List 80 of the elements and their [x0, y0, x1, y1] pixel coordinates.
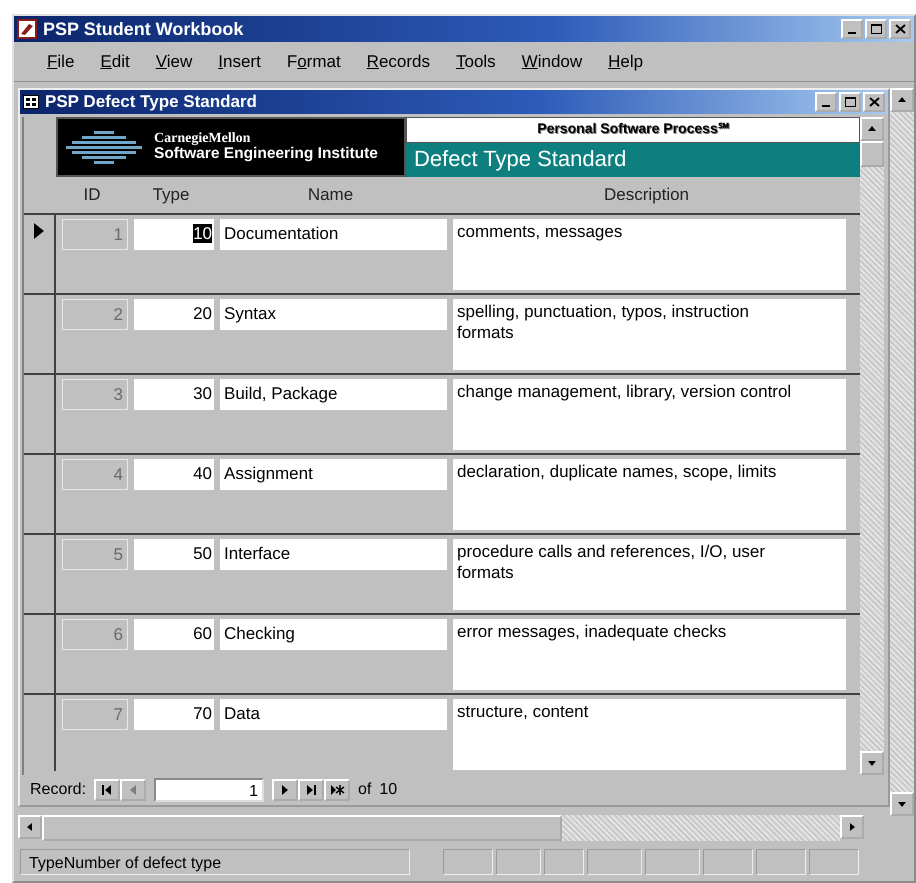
- form-title: Defect Type Standard: [406, 143, 860, 177]
- type-field[interactable]: 20: [134, 299, 214, 330]
- maximize-button[interactable]: [839, 92, 861, 112]
- scroll-up-button[interactable]: [860, 117, 884, 141]
- next-record-button[interactable]: [272, 779, 298, 802]
- close-button[interactable]: [889, 19, 911, 39]
- menu-item[interactable]: View: [142, 46, 206, 76]
- minimize-icon: [822, 105, 830, 107]
- description-field[interactable]: declaration, duplicate names, scope, limits: [453, 459, 846, 530]
- scrollbar-thumb[interactable]: [860, 141, 884, 167]
- type-field[interactable]: 60: [134, 619, 214, 650]
- name-field[interactable]: Documentation: [220, 219, 447, 250]
- record-count: 10: [379, 780, 398, 800]
- name-field[interactable]: Checking: [220, 619, 447, 650]
- window-title: PSP Defect Type Standard: [45, 91, 257, 114]
- minimize-icon: [848, 32, 856, 34]
- minimize-button[interactable]: [841, 19, 863, 39]
- scroll-down-button[interactable]: [860, 751, 884, 776]
- close-icon: [894, 23, 906, 35]
- type-field[interactable]: 40: [134, 459, 214, 490]
- status-panel: [496, 849, 541, 875]
- app-icon: [17, 19, 37, 39]
- type-field[interactable]: 30: [134, 379, 214, 410]
- scroll-up-button[interactable]: [890, 88, 914, 112]
- column-header: Type: [152, 184, 190, 206]
- maximize-icon: [844, 96, 856, 108]
- description-field[interactable]: change management, library, version control: [453, 379, 846, 450]
- name-field[interactable]: Build, Package: [220, 379, 447, 410]
- last-record-button[interactable]: [298, 779, 324, 802]
- name-field[interactable]: Assignment: [220, 459, 447, 490]
- menu-item[interactable]: Edit: [87, 46, 143, 76]
- status-panel: [587, 849, 642, 875]
- status-panel: [645, 849, 700, 875]
- status-panel: [809, 849, 859, 875]
- description-field[interactable]: spelling, punctuation, typos, instruction formats: [453, 299, 846, 370]
- menu-item[interactable]: Insert: [205, 46, 274, 76]
- menu-item[interactable]: Records: [354, 46, 443, 76]
- status-panel: [544, 849, 584, 875]
- record-label: Record:: [30, 780, 86, 800]
- description-field[interactable]: error messages, inadequate checks: [453, 619, 846, 690]
- menu-item[interactable]: File: [34, 46, 88, 76]
- menu-item[interactable]: Tools: [442, 46, 509, 76]
- column-header: ID: [82, 184, 102, 206]
- logo-text: CarnegieMellon: [154, 132, 252, 146]
- status-panel: [756, 849, 806, 875]
- first-record-button[interactable]: [94, 779, 120, 802]
- new-record-button[interactable]: [324, 779, 350, 802]
- window-title: PSP Student Workbook: [43, 18, 244, 40]
- close-icon: [868, 96, 880, 108]
- type-field[interactable]: 10: [134, 219, 214, 250]
- description-field[interactable]: structure, content: [453, 699, 846, 770]
- column-header: Name: [306, 184, 354, 206]
- name-field[interactable]: Interface: [220, 539, 447, 570]
- logo-text: Software Engineering Institute: [154, 146, 378, 162]
- of-label: of: [358, 780, 372, 800]
- name-field[interactable]: Syntax: [220, 299, 447, 330]
- type-field[interactable]: 50: [134, 539, 214, 570]
- banner-text: Personal Software Process℠: [406, 117, 860, 143]
- type-field[interactable]: 70: [134, 699, 214, 730]
- name-field[interactable]: Data: [220, 699, 447, 730]
- status-panel: [443, 849, 493, 875]
- maximize-button[interactable]: [865, 19, 887, 39]
- description-field[interactable]: comments, messages: [453, 219, 846, 290]
- form-icon: [23, 95, 39, 109]
- menu-item[interactable]: Window: [508, 46, 596, 76]
- scrollbar-thumb[interactable]: [42, 815, 562, 841]
- status-text: TypeNumber of defect type: [20, 849, 410, 875]
- new-record-icon: [330, 783, 345, 798]
- scroll-left-button[interactable]: [18, 815, 42, 840]
- menu-item[interactable]: Format: [274, 46, 354, 76]
- scroll-down-button[interactable]: [890, 792, 914, 816]
- close-button[interactable]: [863, 92, 885, 112]
- menu-item[interactable]: Help: [595, 46, 656, 76]
- description-field[interactable]: procedure calls and references, I/O, user formats: [453, 539, 846, 610]
- status-panel: [703, 849, 753, 875]
- minimize-button[interactable]: [815, 92, 837, 112]
- scroll-right-button[interactable]: [840, 815, 864, 840]
- maximize-icon: [870, 23, 882, 35]
- record-number-field[interactable]: 1: [154, 778, 264, 802]
- column-header: Description: [602, 184, 690, 206]
